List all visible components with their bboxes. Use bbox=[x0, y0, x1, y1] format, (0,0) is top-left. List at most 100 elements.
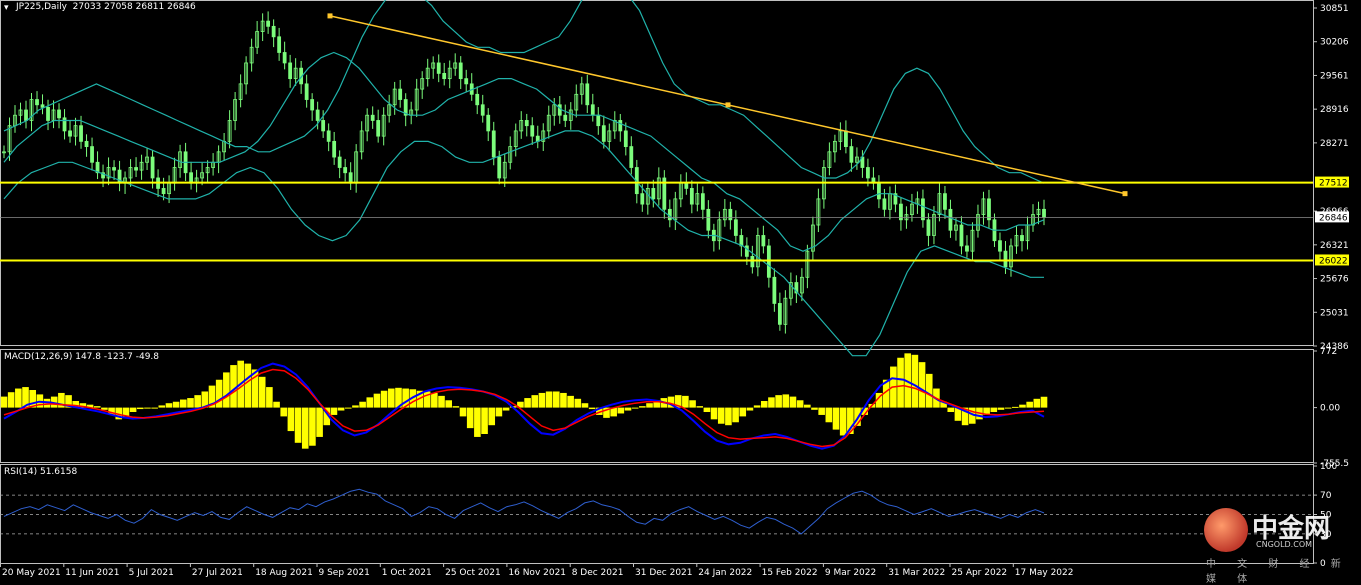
candle-body bbox=[321, 120, 326, 132]
rsi-panel[interactable] bbox=[0, 488, 1313, 535]
macd-histogram-bar bbox=[136, 407, 144, 410]
macd-histogram-bar bbox=[825, 407, 833, 423]
macd-histogram-bar bbox=[760, 401, 768, 408]
price-tag-label: 26022 bbox=[1319, 256, 1348, 266]
macd-histogram-bar bbox=[796, 400, 804, 408]
macd-histogram-bar bbox=[646, 403, 653, 408]
macd-histogram-bar bbox=[1012, 406, 1019, 408]
candle-body bbox=[601, 125, 606, 142]
macd-histogram-bar bbox=[309, 407, 316, 446]
candle-body bbox=[304, 83, 309, 100]
macd-histogram-bar bbox=[545, 391, 553, 408]
candle-body bbox=[497, 156, 502, 179]
macd-histogram-bar bbox=[804, 404, 811, 408]
candle-body bbox=[277, 36, 282, 53]
macd-histogram-bar bbox=[911, 354, 919, 408]
candle-body bbox=[46, 106, 50, 121]
candle-body bbox=[161, 188, 166, 195]
candle-body bbox=[557, 104, 562, 116]
candle-body bbox=[315, 109, 320, 121]
trendline-anchor bbox=[725, 102, 731, 108]
macd-histogram-bar bbox=[93, 406, 101, 408]
rsi-y-tick-label: 70 bbox=[1320, 491, 1332, 501]
candle-body bbox=[442, 73, 447, 80]
candle-body bbox=[926, 219, 931, 236]
macd-histogram-bar bbox=[689, 400, 696, 408]
macd-histogram-bar bbox=[337, 407, 345, 411]
macd-histogram-bar bbox=[452, 406, 460, 408]
y-tick-label: 30851 bbox=[1320, 4, 1349, 14]
candle-body bbox=[480, 104, 485, 116]
macd-histogram-bar bbox=[753, 405, 761, 408]
watermark-tagline: 中 文 财 经 新 媒 体 bbox=[1206, 559, 1350, 585]
macd-histogram-bar bbox=[617, 407, 625, 414]
x-tick-label: 5 Jul 2021 bbox=[129, 568, 174, 578]
candle-body bbox=[965, 245, 969, 252]
candle-body bbox=[998, 240, 1002, 252]
x-tick-label: 31 Dec 2021 bbox=[635, 568, 693, 578]
macd-histogram-bar bbox=[280, 407, 288, 417]
macd-panel[interactable] bbox=[0, 353, 1048, 450]
macd-histogram-bar bbox=[1004, 407, 1012, 409]
candle-body bbox=[62, 117, 67, 132]
candle-body bbox=[370, 114, 375, 121]
candle-body bbox=[844, 130, 848, 147]
macd-histogram-bar bbox=[947, 407, 955, 413]
macd-histogram-bar bbox=[1040, 396, 1048, 408]
candle-body bbox=[530, 125, 535, 137]
bollinger-middle-band bbox=[3, 51, 1045, 252]
macd-histogram-bar bbox=[811, 407, 818, 410]
x-tick-label: 27 Jul 2021 bbox=[192, 568, 243, 578]
candle-body bbox=[623, 130, 628, 147]
candle-body bbox=[343, 167, 348, 174]
y-tick-label: 29561 bbox=[1320, 71, 1349, 81]
candle-body bbox=[618, 120, 623, 132]
macd-histogram-bar bbox=[495, 407, 503, 417]
macd-histogram-bar bbox=[359, 401, 366, 408]
candle-body bbox=[1042, 208, 1046, 218]
y-tick-label: 28271 bbox=[1320, 139, 1349, 149]
macd-histogram-bar bbox=[639, 406, 646, 408]
chart-canvas: 3085130206295612891628271275122696626846… bbox=[0, 0, 1349, 578]
macd-histogram-bar bbox=[739, 407, 747, 417]
x-tick-label: 15 Feb 2022 bbox=[762, 568, 818, 578]
price-panel[interactable] bbox=[0, 0, 1313, 357]
candle-body bbox=[436, 62, 441, 74]
candle-body bbox=[921, 198, 925, 221]
candle-body bbox=[398, 88, 403, 100]
macd-histogram-bar bbox=[258, 376, 266, 408]
macd-title: MACD(12,26,9) 147.8 -123.7 -49.8 bbox=[4, 352, 159, 362]
macd-histogram-bar bbox=[696, 406, 704, 408]
candle-body bbox=[772, 276, 777, 304]
macd-histogram-bar bbox=[129, 407, 137, 413]
trendline-anchor bbox=[1122, 191, 1128, 197]
candle-body bbox=[57, 109, 61, 119]
candle-body bbox=[596, 114, 601, 127]
candle-body bbox=[700, 193, 705, 210]
macd-histogram-bar bbox=[624, 407, 632, 411]
candle-body bbox=[959, 224, 964, 247]
macd-histogram-bar bbox=[531, 395, 539, 408]
x-tick-label: 9 Sep 2021 bbox=[319, 568, 370, 578]
macd-histogram-bar bbox=[445, 400, 452, 408]
macd-histogram-bar bbox=[746, 407, 754, 411]
macd-histogram-bar bbox=[1033, 398, 1041, 408]
candle-body bbox=[877, 182, 881, 200]
candle-body bbox=[134, 167, 138, 171]
macd-histogram-bar bbox=[352, 405, 359, 408]
x-tick-label: 25 Apr 2022 bbox=[952, 568, 1008, 578]
candle-body bbox=[728, 208, 733, 221]
candle-body bbox=[866, 167, 870, 179]
candle-body bbox=[590, 104, 595, 116]
candle-body bbox=[684, 182, 689, 189]
candle-body bbox=[524, 120, 529, 127]
dropdown-arrow-icon[interactable]: ▾ bbox=[4, 3, 9, 13]
candle-body bbox=[458, 62, 463, 80]
candle-body bbox=[84, 140, 89, 147]
rsi-label: RSI(14) bbox=[4, 467, 38, 477]
macd-histogram-bar bbox=[287, 407, 295, 432]
rsi-line bbox=[3, 488, 1045, 535]
macd-histogram-bar bbox=[839, 407, 847, 436]
candle-body bbox=[310, 99, 315, 111]
chart-frame bbox=[0, 0, 1314, 564]
